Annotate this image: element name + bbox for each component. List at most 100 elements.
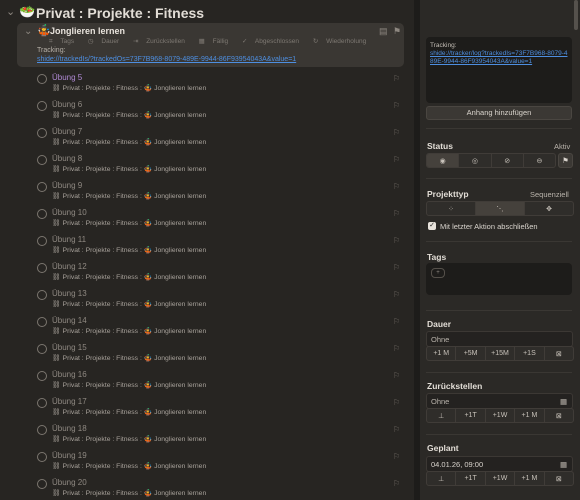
- task-name[interactable]: Übung 11: [52, 235, 86, 244]
- flag-icon[interactable]: ⚐: [393, 452, 400, 461]
- flag-icon[interactable]: ⚐: [393, 209, 400, 218]
- defer-add-1w-button[interactable]: +1W: [486, 409, 516, 422]
- defer-date-field[interactable]: Ohne ▦: [426, 393, 573, 409]
- today-icon[interactable]: ⊥: [427, 409, 457, 422]
- task-row[interactable]: Übung 17 ⛓ Privat : Projekte : Fitness : …: [0, 394, 414, 421]
- task-checkbox[interactable]: [37, 452, 47, 462]
- complete-with-last-checkbox[interactable]: ✓: [428, 222, 436, 230]
- chip-defer[interactable]: ⇥ Zurückstellen: [133, 38, 191, 45]
- task-row[interactable]: Übung 10 ⛓ Privat : Projekte : Fitness : …: [0, 205, 414, 232]
- chip-due[interactable]: ▦ Fällig: [199, 38, 235, 45]
- tags-field[interactable]: [426, 263, 572, 295]
- flag-icon[interactable]: ⚐: [393, 344, 400, 353]
- task-row[interactable]: Übung 8 ⛓ Privat : Projekte : Fitness : 🤹…: [0, 151, 414, 178]
- planned-date-field[interactable]: 04.01.26, 09:00 ▦: [426, 456, 573, 472]
- task-checkbox[interactable]: [37, 74, 47, 84]
- chip-duration[interactable]: ◷ Dauer: [88, 38, 125, 45]
- duration-add-15m-button[interactable]: +15M: [486, 347, 516, 360]
- task-row[interactable]: Übung 16 ⛓ Privat : Projekte : Fitness : …: [0, 367, 414, 394]
- task-checkbox[interactable]: [37, 317, 47, 327]
- task-name[interactable]: Übung 8: [52, 154, 82, 163]
- planned-add-1w-button[interactable]: +1W: [486, 472, 516, 485]
- single-actions-icon[interactable]: ✥: [525, 202, 573, 215]
- task-checkbox[interactable]: [37, 209, 47, 219]
- add-attachment-button[interactable]: Anhang hinzufügen: [426, 106, 572, 120]
- flag-icon[interactable]: ⚐: [393, 290, 400, 299]
- task-checkbox[interactable]: [37, 155, 47, 165]
- flag-icon[interactable]: ⚑: [393, 26, 401, 37]
- flag-icon[interactable]: ⚐: [393, 182, 400, 191]
- task-row[interactable]: Übung 14 ⛓ Privat : Projekte : Fitness : …: [0, 313, 414, 340]
- add-tag-button[interactable]: +: [431, 268, 445, 278]
- task-name[interactable]: Übung 14: [52, 316, 87, 325]
- task-name[interactable]: Übung 13: [52, 289, 87, 298]
- selected-task-title[interactable]: Jonglieren lernen: [50, 26, 125, 36]
- task-name[interactable]: Übung 20: [52, 478, 87, 487]
- task-name[interactable]: Übung 9: [52, 181, 82, 190]
- planned-add-1t-button[interactable]: +1T: [456, 472, 486, 485]
- task-checkbox[interactable]: [37, 371, 47, 381]
- task-checkbox[interactable]: [37, 290, 47, 300]
- task-name[interactable]: Übung 5: [52, 73, 82, 82]
- flag-icon[interactable]: ⚐: [393, 155, 400, 164]
- flag-icon[interactable]: ⚐: [393, 263, 400, 272]
- task-row[interactable]: Übung 9 ⛓ Privat : Projekte : Fitness : 🤹…: [0, 178, 414, 205]
- flag-toggle-icon[interactable]: ⚑: [558, 153, 573, 168]
- duration-add-1m-button[interactable]: +1 M: [427, 347, 457, 360]
- flag-icon[interactable]: ⚐: [393, 101, 400, 110]
- note-icon[interactable]: ▤: [379, 26, 388, 37]
- task-checkbox[interactable]: [37, 344, 47, 354]
- task-row[interactable]: Übung 13 ⛓ Privat : Projekte : Fitness : …: [0, 286, 414, 313]
- flag-icon[interactable]: ⚐: [393, 74, 400, 83]
- task-name[interactable]: Übung 10: [52, 208, 87, 217]
- task-row[interactable]: Übung 11 ⛓ Privat : Projekte : Fitness : …: [0, 232, 414, 259]
- note-link[interactable]: shide://tracker/log?trackedIs=73F7B968-8…: [430, 50, 568, 66]
- task-checkbox[interactable]: [37, 398, 47, 408]
- task-name[interactable]: Übung 17: [52, 397, 87, 406]
- calendar-icon[interactable]: ▦: [560, 460, 567, 469]
- clear-defer-icon[interactable]: ⊠: [545, 409, 573, 422]
- flag-icon[interactable]: ⚐: [393, 425, 400, 434]
- flag-icon[interactable]: ⚐: [393, 398, 400, 407]
- task-name[interactable]: Übung 19: [52, 451, 87, 460]
- task-row[interactable]: Übung 20 ⛓ Privat : Projekte : Fitness : …: [0, 475, 414, 500]
- flag-icon[interactable]: ⚐: [393, 479, 400, 488]
- task-name[interactable]: Übung 15: [52, 343, 87, 352]
- status-active-icon[interactable]: ◉: [427, 154, 460, 167]
- task-row[interactable]: Übung 18 ⛓ Privat : Projekte : Fitness : …: [0, 421, 414, 448]
- status-completed-icon[interactable]: ⊘: [492, 154, 524, 167]
- calendar-icon[interactable]: ▦: [560, 397, 567, 406]
- defer-add-1m-button[interactable]: +1 M: [515, 409, 545, 422]
- chip-completed[interactable]: ✓ Abgeschlossen: [242, 38, 305, 45]
- task-checkbox[interactable]: [37, 479, 47, 489]
- task-row[interactable]: Übung 12 ⛓ Privat : Projekte : Fitness : …: [0, 259, 414, 286]
- status-onhold-icon[interactable]: ◎: [459, 154, 492, 167]
- task-name[interactable]: Übung 16: [52, 370, 87, 379]
- task-name[interactable]: Übung 7: [52, 127, 82, 136]
- task-checkbox[interactable]: [37, 263, 47, 273]
- duration-add-5m-button[interactable]: +5M: [456, 347, 486, 360]
- duration-field[interactable]: Ohne: [426, 331, 573, 347]
- today-icon[interactable]: ⊥: [427, 472, 457, 485]
- task-name[interactable]: Übung 12: [52, 262, 87, 271]
- task-row[interactable]: Übung 6 ⛓ Privat : Projekte : Fitness : 🤹…: [0, 97, 414, 124]
- duration-add-1s-button[interactable]: +1S: [515, 347, 545, 360]
- flag-icon[interactable]: ⚐: [393, 317, 400, 326]
- flag-icon[interactable]: ⚐: [393, 236, 400, 245]
- task-row[interactable]: Übung 15 ⛓ Privat : Projekte : Fitness : …: [0, 340, 414, 367]
- clear-duration-icon[interactable]: ⊠: [545, 347, 573, 360]
- parallel-icon[interactable]: ⁘: [427, 202, 476, 215]
- task-checkbox[interactable]: [37, 101, 47, 111]
- planned-add-1m-button[interactable]: +1 M: [515, 472, 545, 485]
- sequential-icon[interactable]: ⋱: [476, 202, 525, 215]
- task-name[interactable]: Übung 18: [52, 424, 87, 433]
- inspector-scrollbar[interactable]: [574, 0, 578, 30]
- status-dropped-icon[interactable]: ⊖: [524, 154, 555, 167]
- chip-tags[interactable]: ⌗ Tags: [49, 38, 80, 45]
- clear-planned-icon[interactable]: ⊠: [545, 472, 573, 485]
- complete-with-last-label[interactable]: Mit letzter Aktion abschließen: [440, 222, 538, 231]
- task-row[interactable]: Übung 7 ⛓ Privat : Projekte : Fitness : 🤹…: [0, 124, 414, 151]
- note-link[interactable]: shide://trackedIs/?trackedOs=73F7B968-80…: [37, 56, 296, 63]
- task-checkbox[interactable]: [37, 236, 47, 246]
- task-checkbox[interactable]: [37, 182, 47, 192]
